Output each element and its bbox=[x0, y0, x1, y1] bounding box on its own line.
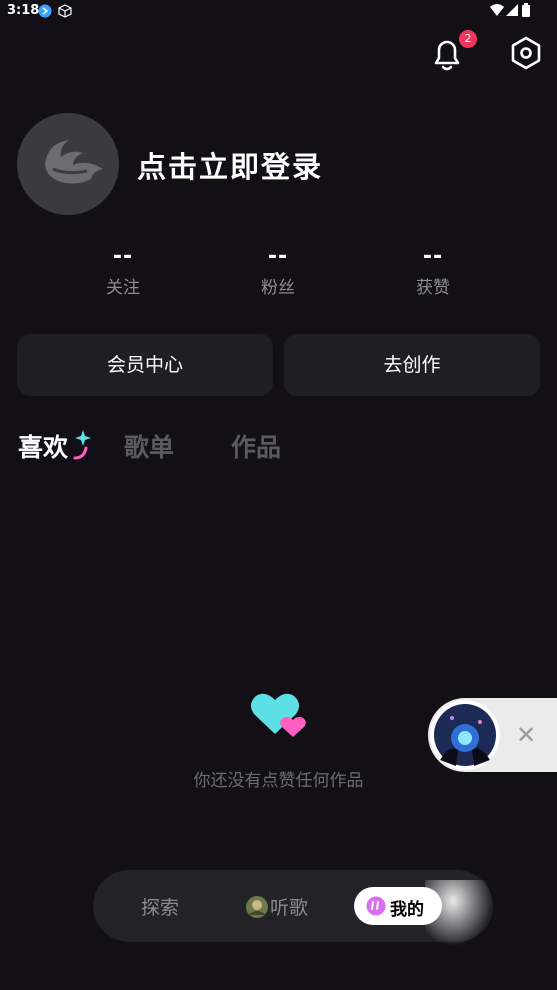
default-avatar-wave-icon bbox=[45, 140, 103, 184]
nav-explore[interactable]: 探索 bbox=[141, 893, 179, 920]
status-bar: 3:18 bbox=[0, 0, 557, 22]
tab-likes[interactable]: 喜欢 bbox=[18, 428, 68, 464]
settings-button[interactable] bbox=[503, 30, 549, 76]
signal-icon bbox=[506, 4, 518, 20]
floating-player[interactable]: ✕ bbox=[428, 698, 557, 772]
hearts-icon bbox=[250, 690, 308, 744]
cube-icon bbox=[58, 4, 72, 22]
avatar[interactable] bbox=[17, 113, 119, 215]
login-link[interactable]: 点击立即登录 bbox=[137, 144, 323, 186]
wifi-icon bbox=[490, 4, 504, 20]
listen-avatar-icon bbox=[245, 895, 269, 924]
me-icon bbox=[366, 896, 386, 921]
stat-value: -- bbox=[112, 244, 134, 269]
stat-label: 粉丝 bbox=[261, 278, 295, 298]
tab-label: 喜欢 bbox=[18, 433, 69, 462]
vip-center-button[interactable]: 会员中心 bbox=[17, 334, 273, 396]
notification-badge: 2 bbox=[459, 30, 477, 48]
tab-playlists[interactable]: 歌单 bbox=[124, 428, 174, 464]
stat-following[interactable]: -- 关注 bbox=[63, 243, 183, 298]
stat-label: 关注 bbox=[106, 278, 140, 298]
create-button[interactable]: 去创作 bbox=[284, 334, 540, 396]
status-time: 3:18 bbox=[7, 3, 40, 18]
stat-value: -- bbox=[267, 244, 289, 269]
album-cover[interactable] bbox=[430, 700, 500, 770]
stat-label: 获赞 bbox=[416, 278, 450, 298]
app-notification-icon bbox=[38, 4, 52, 22]
stat-fans[interactable]: -- 粉丝 bbox=[218, 243, 338, 298]
close-icon[interactable]: ✕ bbox=[516, 723, 536, 747]
battery-icon bbox=[522, 3, 530, 21]
nav-glow-decoration bbox=[425, 880, 495, 950]
nav-me-label: 我的 bbox=[390, 900, 424, 920]
settings-hexagon-icon bbox=[511, 36, 541, 70]
nav-listen-label: 听歌 bbox=[270, 897, 309, 919]
tab-works[interactable]: 作品 bbox=[231, 428, 281, 464]
sparkle-icon bbox=[72, 430, 94, 466]
stat-likes[interactable]: -- 获赞 bbox=[373, 243, 493, 298]
stat-value: -- bbox=[422, 244, 444, 269]
